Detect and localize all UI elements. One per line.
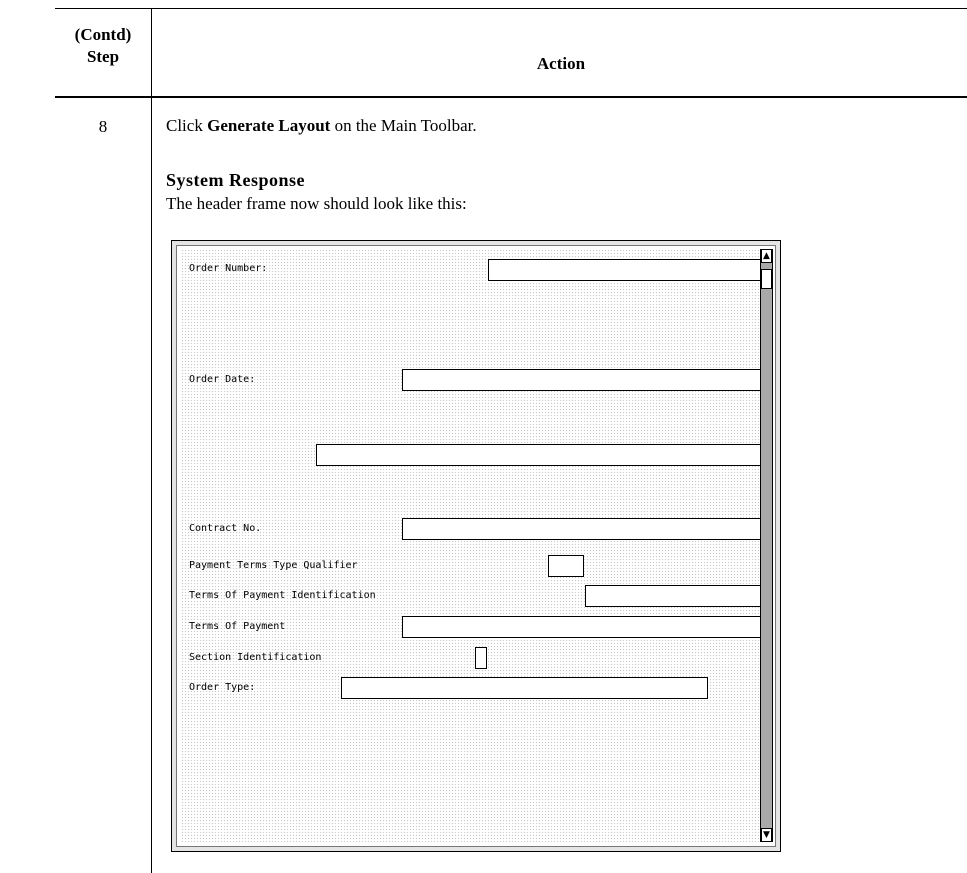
generate-layout-command: Generate Layout — [207, 116, 331, 135]
step-column-header: (Contd) Step — [55, 24, 151, 68]
contract-no-field[interactable] — [402, 518, 762, 540]
system-response-title: System Response — [166, 170, 306, 190]
section-identification-field[interactable] — [475, 647, 487, 669]
section-identification-label: Section Identification — [189, 652, 322, 663]
scroll-down-icon[interactable]: ▼ — [761, 828, 772, 842]
instruction-text: Click Generate Layout on the Main Toolba… — [166, 116, 477, 136]
contract-no-label: Contract No. — [189, 523, 262, 534]
payment-terms-type-qualifier-label: Payment Terms Type Qualifier — [189, 560, 358, 571]
terms-of-payment-label: Terms Of Payment — [189, 621, 286, 632]
order-type-label: Order Type: — [189, 682, 256, 693]
table-header-divider — [55, 96, 967, 98]
header-frame-screenshot: Order Number: Order Date: Contract No. P… — [171, 240, 781, 852]
layout-canvas[interactable]: Order Number: Order Date: Contract No. P… — [181, 249, 762, 842]
scroll-thumb[interactable] — [761, 269, 772, 289]
step-number: 8 — [98, 117, 108, 136]
step-header-line2: Step — [86, 47, 120, 66]
action-column-header: Action — [536, 54, 586, 73]
step-header-line1: (Contd) — [74, 25, 132, 44]
vertical-scrollbar[interactable]: ▲ ▼ — [760, 249, 773, 842]
table-column-divider — [151, 8, 152, 873]
terms-of-payment-identification-field[interactable] — [585, 585, 762, 607]
instruction-prefix: Click — [166, 116, 208, 135]
table-top-border — [55, 8, 967, 9]
unlabeled-field[interactable] — [316, 444, 762, 466]
order-type-field[interactable] — [341, 677, 708, 699]
order-number-field[interactable] — [488, 259, 762, 281]
payment-terms-type-qualifier-field[interactable] — [548, 555, 584, 577]
order-date-field[interactable] — [402, 369, 762, 391]
scroll-up-icon[interactable]: ▲ — [761, 249, 772, 263]
order-date-label: Order Date: — [189, 374, 256, 385]
terms-of-payment-identification-label: Terms Of Payment Identification — [189, 590, 376, 601]
instruction-suffix: on the Main Toolbar. — [330, 116, 477, 135]
order-number-label: Order Number: — [189, 263, 268, 274]
system-response-text: The header frame now should look like th… — [166, 194, 467, 213]
terms-of-payment-field[interactable] — [402, 616, 762, 638]
header-frame-window: Order Number: Order Date: Contract No. P… — [176, 245, 776, 847]
